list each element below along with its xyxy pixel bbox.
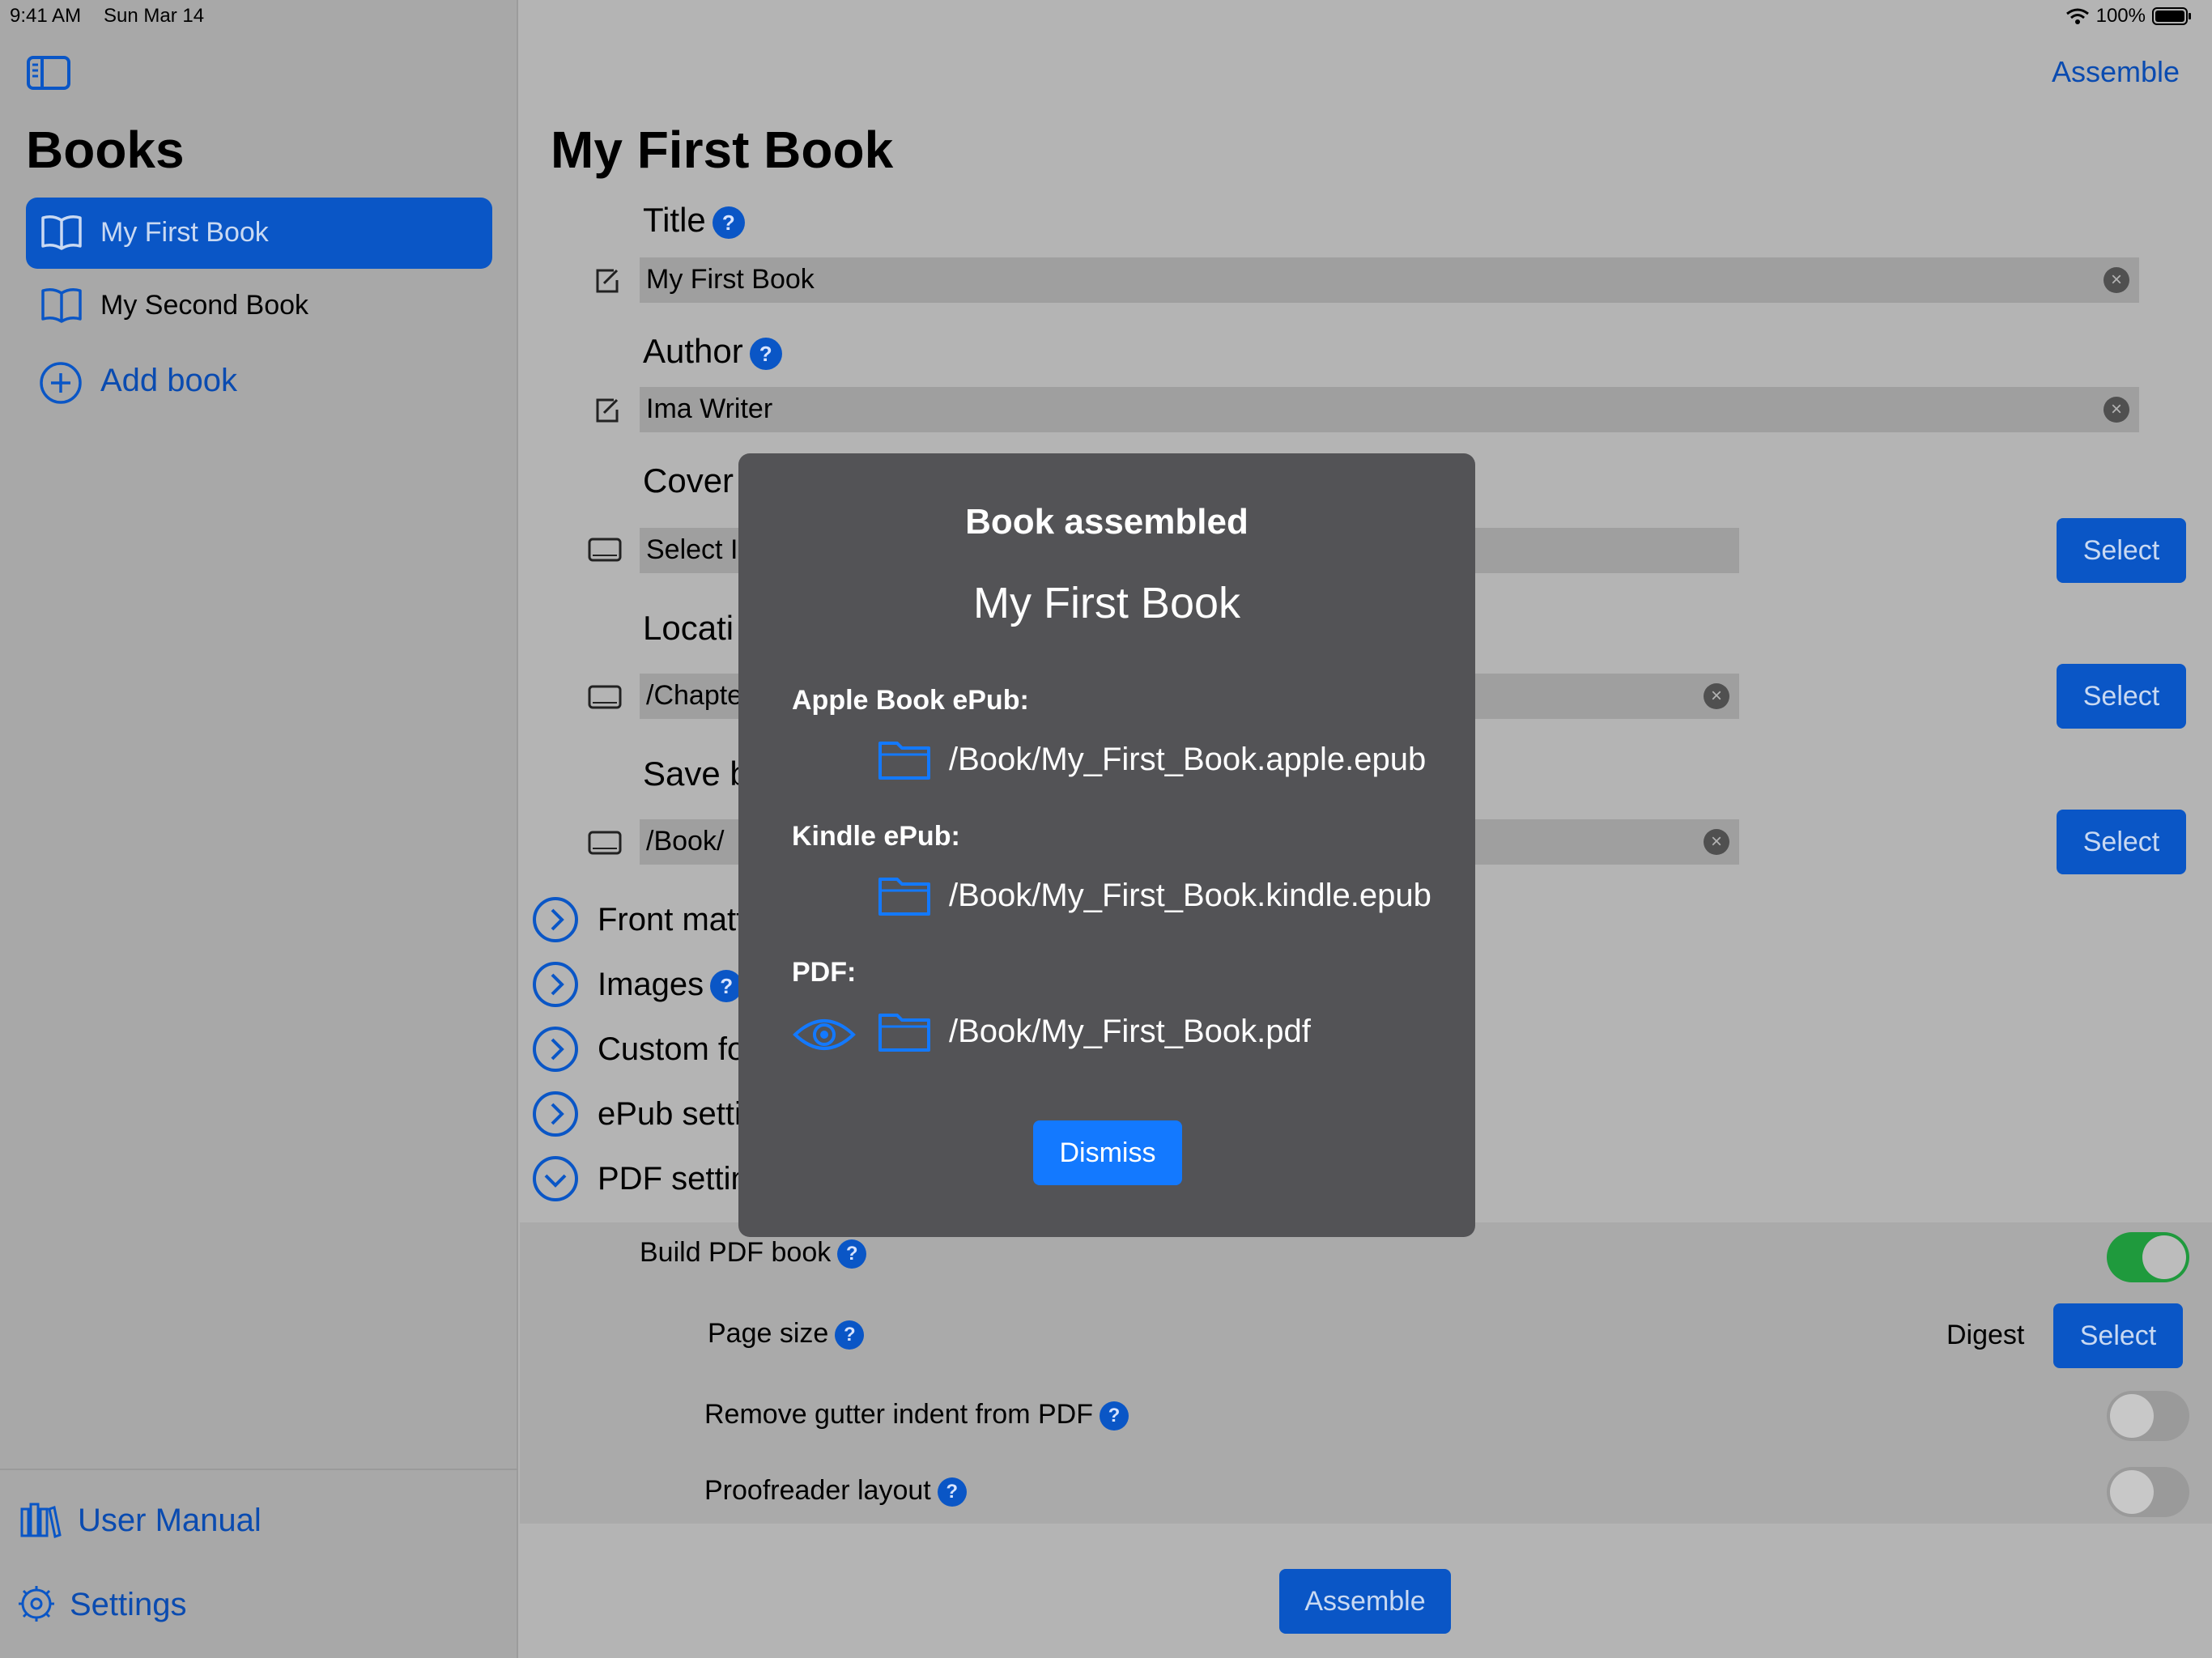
sidebar-item-my-first-book[interactable]: My First Book xyxy=(26,198,492,269)
folder-icon[interactable] xyxy=(878,1010,931,1052)
kindle-epub-path: /Book/My_First_Book.kindle.epub xyxy=(949,878,1431,913)
wifi-icon xyxy=(2065,7,2090,25)
user-manual-label: User Manual xyxy=(78,1503,262,1538)
proofreader-toggle[interactable] xyxy=(2107,1467,2189,1517)
gutter-toggle[interactable] xyxy=(2107,1391,2189,1441)
section-label: Custom fo xyxy=(598,1031,746,1067)
plus-circle-icon xyxy=(39,361,83,405)
drive-icon xyxy=(588,538,622,562)
settings-button[interactable]: Settings xyxy=(16,1579,502,1632)
user-manual-button[interactable]: User Manual xyxy=(16,1494,502,1548)
sidebar-divider xyxy=(0,1469,518,1470)
eye-icon[interactable] xyxy=(792,1014,857,1056)
build-pdf-toggle[interactable] xyxy=(2107,1232,2189,1282)
folder-icon[interactable] xyxy=(878,874,931,916)
section-label: Front matt xyxy=(598,902,746,937)
build-pdf-label: Build PDF book? xyxy=(640,1237,867,1269)
chevron-right-icon xyxy=(533,1027,578,1072)
chevron-down-icon xyxy=(533,1156,578,1201)
sidebar-toggle-icon[interactable] xyxy=(26,55,71,91)
folder-icon[interactable] xyxy=(878,738,931,780)
pdf-label: PDF: xyxy=(792,957,857,988)
battery-icon xyxy=(2152,6,2193,26)
help-icon[interactable]: ? xyxy=(937,1477,967,1507)
edit-icon xyxy=(593,267,620,295)
battery-percent: 100% xyxy=(2095,5,2146,27)
clear-icon[interactable]: × xyxy=(2104,397,2129,423)
help-icon[interactable]: ? xyxy=(1099,1401,1129,1431)
books-icon xyxy=(19,1501,62,1538)
author-field[interactable]: Ima Writer × xyxy=(640,387,2139,432)
add-book-label: Add book xyxy=(100,363,238,398)
kindle-epub-label: Kindle ePub: xyxy=(792,821,960,852)
pdf-path: /Book/My_First_Book.pdf xyxy=(949,1014,1311,1049)
section-label: PDF settin xyxy=(598,1161,749,1197)
chevron-right-icon xyxy=(533,1091,578,1137)
section-label: ePub setti xyxy=(598,1096,742,1132)
apple-epub-label: Apple Book ePub: xyxy=(792,685,1029,716)
help-icon[interactable]: ? xyxy=(749,337,782,370)
add-book-button[interactable]: Add book xyxy=(26,356,492,410)
cover-select-button[interactable]: Select xyxy=(2057,518,2186,583)
status-date: Sun Mar 14 xyxy=(104,5,205,27)
page-size-select-button[interactable]: Select xyxy=(2053,1303,2183,1368)
status-time: 9:41 AM xyxy=(10,5,82,27)
location-select-button[interactable]: Select xyxy=(2057,664,2186,729)
settings-label: Settings xyxy=(70,1587,187,1622)
drive-icon xyxy=(588,831,622,855)
book-icon xyxy=(40,214,83,251)
status-right: 100% xyxy=(2065,5,2193,28)
chevron-right-icon xyxy=(533,962,578,1007)
pdf-settings-panel: Build PDF book? Page size? Digest Select… xyxy=(520,1222,2212,1524)
assemble-button[interactable]: Assemble xyxy=(1279,1569,1451,1634)
clear-icon[interactable]: × xyxy=(1704,683,1729,709)
chevron-right-icon xyxy=(533,897,578,942)
clear-icon[interactable]: × xyxy=(2104,267,2129,293)
book-assembled-dialog: Book assembled My First Book Apple Book … xyxy=(738,453,1475,1237)
section-label: Images? xyxy=(598,967,743,1003)
toolbar-assemble-button[interactable]: Assemble xyxy=(2052,55,2180,89)
proofreader-label: Proofreader layout? xyxy=(704,1475,967,1507)
dismiss-button[interactable]: Dismiss xyxy=(1033,1120,1182,1185)
sidebar: 9:41 AM Sun Mar 14 Books My First Book M… xyxy=(0,0,518,1658)
page-size-value: Digest xyxy=(1946,1320,2025,1350)
title-field[interactable]: My First Book × xyxy=(640,257,2139,303)
help-icon[interactable]: ? xyxy=(835,1320,865,1350)
edit-icon xyxy=(593,397,620,424)
gutter-label: Remove gutter indent from PDF? xyxy=(704,1399,1129,1431)
dialog-heading: Book assembled xyxy=(965,502,1249,542)
clear-icon[interactable]: × xyxy=(1704,829,1729,855)
save-select-button[interactable]: Select xyxy=(2057,810,2186,874)
cover-label: Cover xyxy=(643,461,734,500)
save-label: Save b xyxy=(643,755,749,793)
help-icon[interactable]: ? xyxy=(712,206,745,239)
sidebar-item-my-second-book[interactable]: My Second Book xyxy=(26,270,492,342)
sidebar-item-label: My Second Book xyxy=(100,290,309,321)
sidebar-title: Books xyxy=(26,121,185,179)
sidebar-item-label: My First Book xyxy=(100,217,269,248)
book-icon xyxy=(40,287,83,324)
gear-icon xyxy=(18,1585,55,1622)
author-label: Author? xyxy=(643,332,782,371)
location-label: Locati xyxy=(643,609,734,647)
page-title: My First Book xyxy=(551,121,894,179)
apple-epub-path: /Book/My_First_Book.apple.epub xyxy=(949,742,1427,777)
title-label: Title? xyxy=(643,201,745,240)
help-icon[interactable]: ? xyxy=(837,1239,867,1269)
dialog-book-title: My First Book xyxy=(972,579,1241,627)
drive-icon xyxy=(588,685,622,709)
page-size-label: Page size? xyxy=(708,1318,865,1350)
